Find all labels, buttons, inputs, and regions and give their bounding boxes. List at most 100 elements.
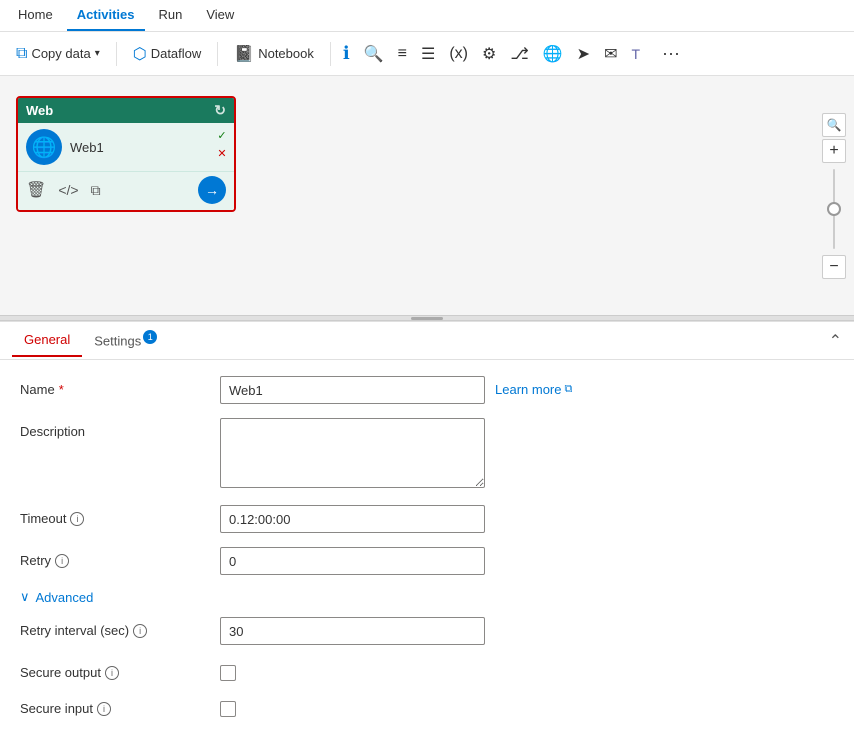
retry-input[interactable] xyxy=(220,547,485,575)
more-toolbar-button[interactable]: ··· xyxy=(654,39,688,68)
secure-input-info-icon[interactable]: i xyxy=(97,702,111,716)
zoom-plus-button[interactable]: + xyxy=(822,139,846,163)
name-form-row: Name * Learn more ⧉ xyxy=(20,376,834,404)
retry-interval-info-icon[interactable]: i xyxy=(133,624,147,638)
variables-icon: (x) xyxy=(449,45,468,63)
dataflow-icon: ⬡ xyxy=(133,44,147,64)
mail-icon: ✉ xyxy=(604,44,617,64)
tab-settings-label: Settings xyxy=(94,334,141,349)
list-icon: ☰ xyxy=(421,44,435,64)
advanced-label: Advanced xyxy=(36,590,94,605)
search-icon: 🔍 xyxy=(364,44,384,64)
activity-node[interactable]: Web ↻ 🌐 Web1 ✓ ✕ 🗑 </> ⧉ → xyxy=(16,96,236,212)
copy-data-button[interactable]: ⧉ Copy data ▾ xyxy=(8,41,108,67)
zoom-minus-button[interactable]: − xyxy=(822,255,846,279)
name-input[interactable] xyxy=(220,376,485,404)
advanced-toggle[interactable]: ∨ Advanced xyxy=(20,589,834,605)
description-form-row: Description xyxy=(20,418,834,491)
activity-node-header-label: Web xyxy=(26,103,53,118)
timeout-input[interactable] xyxy=(220,505,485,533)
tab-settings[interactable]: Settings1 xyxy=(82,322,169,358)
notebook-icon: 📓 xyxy=(234,44,254,64)
arrow-toolbar-button[interactable]: ➤ xyxy=(573,40,594,68)
copy-data-label: Copy data xyxy=(31,46,90,61)
info-toolbar-button[interactable]: ℹ xyxy=(339,39,354,68)
retry-interval-label-text: Retry interval (sec) xyxy=(20,623,129,638)
activity-node-name: Web1 xyxy=(70,140,226,155)
nav-item-activities[interactable]: Activities xyxy=(67,0,145,31)
dataflow-label: Dataflow xyxy=(151,46,202,61)
globe-toolbar-button[interactable]: 🌐 xyxy=(539,40,567,68)
arrow-icon: ➤ xyxy=(577,44,590,64)
secure-input-form-row: Secure input i xyxy=(20,695,834,717)
retry-info-icon[interactable]: i xyxy=(55,554,69,568)
search-zoom-button[interactable]: 🔍 xyxy=(822,113,846,137)
description-textarea[interactable] xyxy=(220,418,485,488)
search-toolbar-button[interactable]: 🔍 xyxy=(360,40,388,68)
activity-node-body: 🌐 Web1 ✓ ✕ xyxy=(18,123,234,171)
timeout-info-icon[interactable]: i xyxy=(70,512,84,526)
tab-general[interactable]: General xyxy=(12,324,82,357)
dataflow-button[interactable]: ⬡ Dataflow xyxy=(125,40,210,68)
canvas-area[interactable]: Web ↻ 🌐 Web1 ✓ ✕ 🗑 </> ⧉ → xyxy=(0,76,854,315)
notebook-label: Notebook xyxy=(258,46,314,61)
secure-output-info-icon[interactable]: i xyxy=(105,666,119,680)
learn-more-label: Learn more xyxy=(495,382,561,397)
retry-form-row: Retry i xyxy=(20,547,834,575)
secure-output-label: Secure output i xyxy=(20,659,220,680)
external-link-icon: ⧉ xyxy=(564,383,572,396)
timeout-form-row: Timeout i xyxy=(20,505,834,533)
node-close-button[interactable]: ✕ xyxy=(214,145,230,161)
list-toolbar-button[interactable]: ☰ xyxy=(417,40,439,68)
pipeline-toolbar-button[interactable]: ≡ xyxy=(394,41,411,67)
copy-node-button[interactable]: ⧉ xyxy=(91,182,101,199)
variables-toolbar-button[interactable]: (x) xyxy=(445,41,472,67)
learn-more-link[interactable]: Learn more ⧉ xyxy=(495,376,572,397)
retry-interval-input[interactable] xyxy=(220,617,485,645)
timeout-label-text: Timeout xyxy=(20,511,66,526)
toolbar-sep3 xyxy=(330,42,331,66)
teams-icon: T xyxy=(631,46,640,62)
retry-interval-field-group xyxy=(220,617,834,645)
connect-icon: ⚙ xyxy=(482,44,496,64)
copy-data-icon: ⧉ xyxy=(16,45,27,63)
activity-node-refresh-icon: ↻ xyxy=(214,102,226,119)
zoom-slider-track[interactable] xyxy=(833,169,835,249)
retry-field-group xyxy=(220,547,834,575)
tab-settings-badge: 1 xyxy=(143,330,157,344)
node-check-button[interactable]: ✓ xyxy=(214,127,230,143)
nav-item-home[interactable]: Home xyxy=(8,0,63,31)
connect-toolbar-button[interactable]: ⚙ xyxy=(478,40,500,68)
bottom-panel: General Settings1 ⌃ Name * Learn more ⧉ xyxy=(0,321,854,741)
timeout-label: Timeout i xyxy=(20,505,220,526)
secure-input-checkbox[interactable] xyxy=(220,701,236,717)
copy-data-chevron-icon: ▾ xyxy=(95,48,100,59)
nav-item-view[interactable]: View xyxy=(196,0,244,31)
timeout-field-group xyxy=(220,505,834,533)
code-node-button[interactable]: </> xyxy=(58,182,78,198)
zoom-slider-thumb[interactable] xyxy=(827,202,841,216)
retry-label-text: Retry xyxy=(20,553,51,568)
activity-globe-icon: 🌐 xyxy=(26,129,62,165)
secure-input-label-text: Secure input xyxy=(20,701,93,716)
pipeline-icon: ≡ xyxy=(398,45,407,63)
notebook-button[interactable]: 📓 Notebook xyxy=(226,40,322,68)
secure-output-checkbox[interactable] xyxy=(220,665,236,681)
delete-node-button[interactable]: 🗑 xyxy=(26,180,46,200)
secure-input-field-group xyxy=(220,695,834,717)
branch-toolbar-button[interactable]: ⎇ xyxy=(506,40,532,68)
run-node-button[interactable]: → xyxy=(198,176,226,204)
teams-toolbar-button[interactable]: T xyxy=(627,42,644,66)
panel-content: Name * Learn more ⧉ Description xyxy=(0,360,854,741)
info-circle-icon: ℹ xyxy=(343,43,350,64)
panel-collapse-button[interactable]: ⌃ xyxy=(829,331,842,351)
toolbar: ⧉ Copy data ▾ ⬡ Dataflow 📓 Notebook ℹ 🔍 … xyxy=(0,32,854,76)
activity-node-header: Web ↻ xyxy=(18,98,234,123)
globe-icon: 🌐 xyxy=(543,44,563,64)
mail-toolbar-button[interactable]: ✉ xyxy=(600,40,621,68)
nav-item-run[interactable]: Run xyxy=(149,0,193,31)
retry-interval-label: Retry interval (sec) i xyxy=(20,617,220,638)
name-field-group: Learn more ⧉ xyxy=(220,376,834,404)
name-label-text: Name xyxy=(20,382,55,397)
branch-icon: ⎇ xyxy=(510,44,528,64)
